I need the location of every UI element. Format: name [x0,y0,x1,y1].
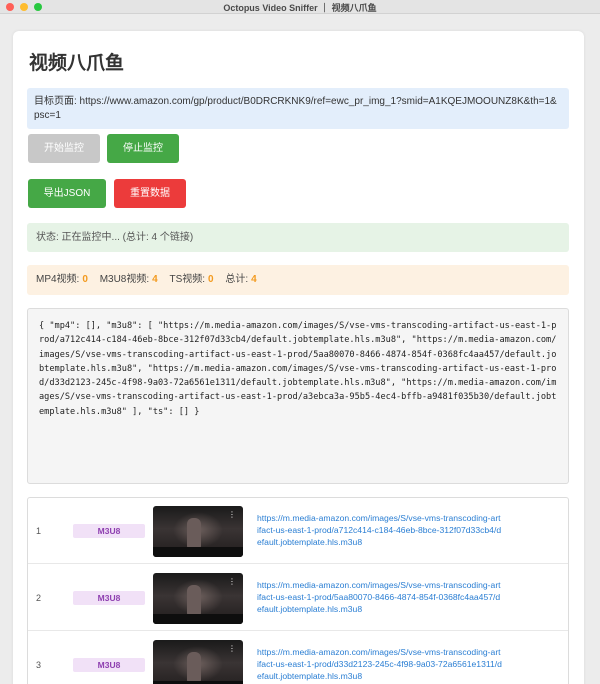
video-thumbnail[interactable]: ⋮ [153,573,243,624]
video-counts: MP4视频: 0 M3U8视频: 4 TS视频: 0 总计: 4 [27,265,569,295]
stop-monitor-button[interactable]: 停止监控 [107,134,179,163]
page-title: 视频八爪鱼 [29,53,125,74]
window-titlebar: Octopus Video Sniffer ｜ 视频八爪鱼 [0,0,600,14]
type-badge: M3U8 [73,658,145,672]
total-count-label: 总计: [225,274,249,285]
total-count: 4 [251,274,257,285]
video-list[interactable]: 1 M3U8 ⋮ https://m.media-amazon.com/imag… [27,497,569,684]
video-link[interactable]: https://m.media-amazon.com/images/S/vse-… [257,646,502,682]
type-badge: M3U8 [73,591,145,605]
window-title: Octopus Video Sniffer ｜ 视频八爪鱼 [223,3,377,13]
ts-count-label: TS视频: [169,274,206,285]
mp4-count: 0 [82,274,88,285]
list-item[interactable]: 3 M3U8 ⋮ https://m.media-amazon.com/imag… [28,632,568,684]
export-json-button[interactable]: 导出JSON [28,179,106,208]
list-item[interactable]: 1 M3U8 ⋮ https://m.media-amazon.com/imag… [28,498,568,564]
reset-data-button[interactable]: 重置数据 [114,179,186,208]
json-output[interactable]: { "mp4": [], "m3u8": [ "https://m.media-… [27,308,569,484]
list-item[interactable]: 2 M3U8 ⋮ https://m.media-amazon.com/imag… [28,565,568,631]
m3u8-count: 4 [152,274,158,285]
type-badge: M3U8 [73,524,145,538]
more-icon[interactable]: ⋮ [228,645,236,653]
video-thumbnail[interactable]: ⋮ [153,506,243,557]
ts-count: 0 [208,274,214,285]
row-index: 2 [36,593,42,603]
mp4-count-label: MP4视频: [36,274,80,285]
row-index: 1 [36,526,42,536]
video-link[interactable]: https://m.media-amazon.com/images/S/vse-… [257,512,502,548]
m3u8-count-label: M3U8视频: [99,274,150,285]
video-thumbnail[interactable]: ⋮ [153,640,243,684]
more-icon[interactable]: ⋮ [228,578,236,586]
target-page-info: 目标页面: https://www.amazon.com/gp/product/… [27,88,569,129]
status-bar: 状态: 正在监控中... (总计: 4 个链接) [27,223,569,252]
more-icon[interactable]: ⋮ [228,511,236,519]
row-index: 3 [36,660,42,670]
video-link[interactable]: https://m.media-amazon.com/images/S/vse-… [257,579,502,615]
start-monitor-button[interactable]: 开始监控 [28,134,100,163]
